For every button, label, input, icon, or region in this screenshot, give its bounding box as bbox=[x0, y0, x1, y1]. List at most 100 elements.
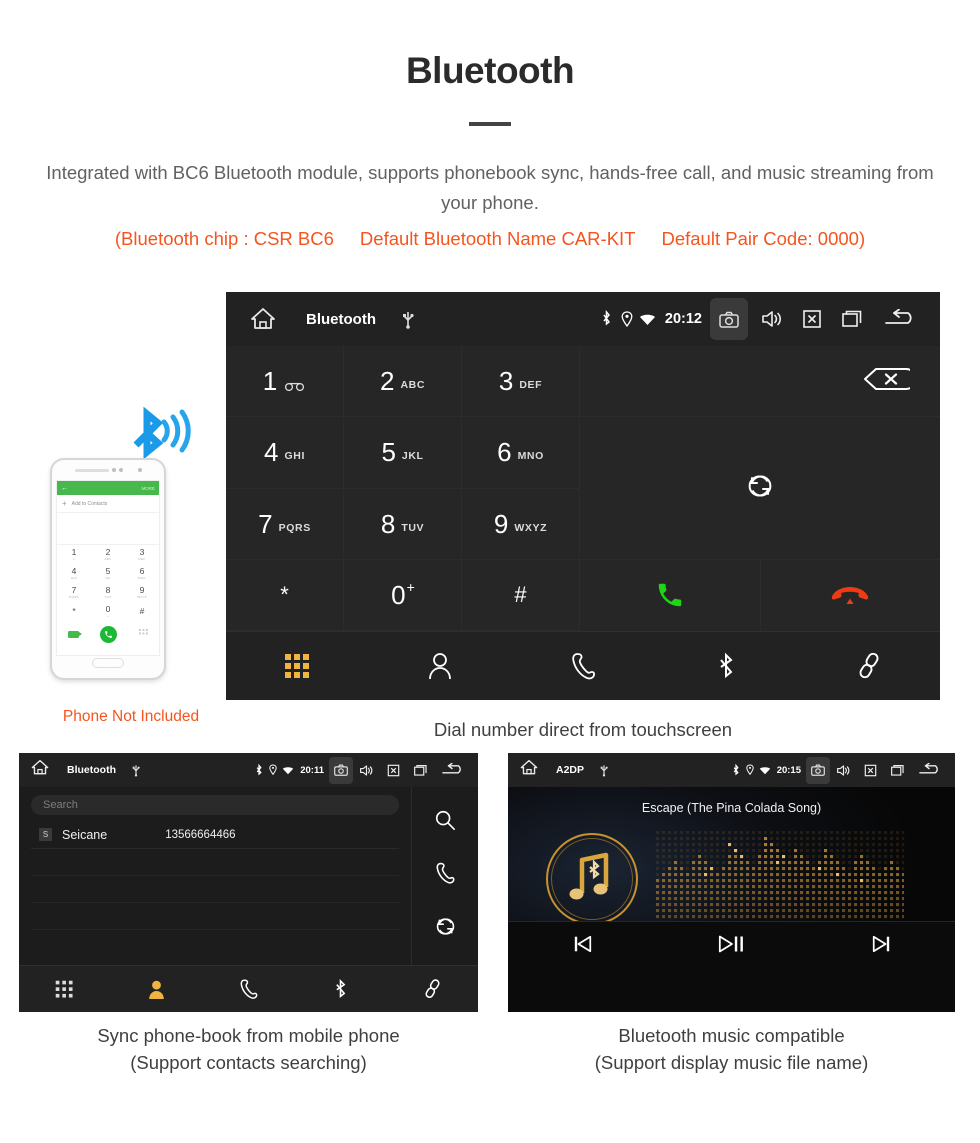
nav-pair-link[interactable] bbox=[386, 978, 478, 1000]
location-icon bbox=[743, 764, 757, 776]
camera-icon[interactable] bbox=[329, 756, 353, 784]
phone-add-to-contacts: + Add to Contacts bbox=[57, 495, 159, 513]
phone-key: 0 + bbox=[91, 602, 125, 621]
status-time: 20:11 bbox=[300, 764, 324, 776]
dial-key-4[interactable]: 4 GHI bbox=[226, 417, 344, 489]
dialer-nav-bar bbox=[226, 631, 940, 700]
phone-key: 7 PQRS bbox=[57, 583, 91, 602]
music-player-body: Escape (The Pina Colada Song) bbox=[508, 787, 955, 965]
nav-contacts[interactable] bbox=[111, 979, 203, 1000]
search-input[interactable]: Search bbox=[31, 795, 399, 815]
nav-bluetooth[interactable] bbox=[294, 978, 386, 1000]
dial-key-2[interactable]: 2 ABC bbox=[344, 346, 462, 418]
back-icon[interactable] bbox=[872, 298, 926, 340]
key-letters: TUV bbox=[401, 521, 425, 534]
title-divider bbox=[469, 122, 511, 126]
phone-key-digit: 7 bbox=[71, 585, 77, 596]
call-icon[interactable] bbox=[434, 861, 456, 890]
dial-key-7[interactable]: 7 PQRS bbox=[226, 488, 344, 560]
dial-key-6[interactable]: 6 MNO bbox=[462, 417, 580, 489]
location-icon bbox=[266, 764, 280, 776]
phone-key-digit: 9 bbox=[139, 585, 145, 596]
call-button[interactable] bbox=[580, 559, 761, 631]
hangup-button[interactable] bbox=[760, 559, 940, 631]
backspace-icon[interactable] bbox=[862, 366, 917, 397]
back-icon[interactable] bbox=[911, 763, 947, 777]
recents-icon[interactable] bbox=[832, 298, 872, 340]
key-letters: ABC bbox=[400, 379, 426, 392]
phonebook-body: Search S Seicane 13566664466 bbox=[19, 787, 478, 965]
phonebook-title: Bluetooth bbox=[67, 764, 116, 776]
close-icon[interactable] bbox=[792, 298, 832, 340]
sync-area[interactable] bbox=[580, 417, 940, 560]
dial-key-0[interactable]: 0 + bbox=[344, 559, 462, 631]
dial-key-3[interactable]: 3 DEF bbox=[462, 346, 580, 418]
nav-contacts[interactable] bbox=[369, 652, 512, 680]
music-caption-line2: (Support display music file name) bbox=[594, 1052, 869, 1073]
recents-icon[interactable] bbox=[407, 764, 434, 777]
sync-icon[interactable] bbox=[434, 915, 457, 943]
nav-keypad[interactable] bbox=[19, 980, 111, 999]
nav-bluetooth[interactable] bbox=[654, 651, 797, 681]
dial-key-hash[interactable]: # bbox=[462, 559, 580, 631]
nav-keypad[interactable] bbox=[226, 653, 369, 679]
status-icons: 20:11 bbox=[252, 756, 470, 784]
dial-key-star[interactable]: * bbox=[226, 559, 344, 631]
track-title: Escape (The Pina Colada Song) bbox=[641, 801, 822, 815]
volume-icon[interactable] bbox=[353, 764, 380, 777]
contact-list: Search S Seicane 13566664466 bbox=[19, 787, 412, 965]
status-icons: 20:15 bbox=[729, 756, 947, 784]
key-digit: 5 bbox=[381, 437, 396, 468]
home-icon[interactable] bbox=[246, 302, 280, 336]
dial-key-1[interactable]: 1 bbox=[226, 346, 344, 418]
phone-key-letters: + bbox=[106, 613, 110, 618]
volume-icon[interactable] bbox=[752, 298, 792, 340]
phone-action-row bbox=[57, 621, 159, 647]
phone-key-digit: 0 bbox=[105, 604, 111, 615]
home-icon[interactable] bbox=[520, 759, 538, 781]
usb-icon bbox=[132, 763, 140, 777]
phone-keypad: 1 ∞ 2 ABC 3 DEF 4 GHI 5 JKL 6 MNO 7 PQRS 8 TUV 9… bbox=[57, 545, 159, 621]
contact-number: 13566664466 bbox=[165, 828, 236, 841]
page-title: Bluetooth bbox=[405, 50, 575, 91]
nav-pair-link[interactable] bbox=[797, 651, 940, 681]
phone-key-digit: 5 bbox=[105, 566, 111, 577]
phone-key-digit: 8 bbox=[105, 585, 111, 596]
dial-key-5[interactable]: 5 JKL bbox=[344, 417, 462, 489]
recents-icon[interactable] bbox=[884, 764, 911, 777]
phone-key-letters: PQRS bbox=[69, 594, 79, 599]
dial-key-9[interactable]: 9 WXYZ bbox=[462, 488, 580, 560]
close-icon[interactable] bbox=[380, 764, 407, 777]
volume-icon[interactable] bbox=[830, 764, 857, 777]
phone-key: 6 MNO bbox=[125, 564, 159, 583]
dialer-right-column bbox=[580, 346, 940, 631]
phone-key-letters: WXYZ bbox=[137, 594, 147, 599]
sync-icon[interactable] bbox=[745, 471, 775, 506]
play-pause-button[interactable] bbox=[657, 933, 806, 955]
camera-icon[interactable] bbox=[806, 756, 830, 784]
nav-call-log[interactable] bbox=[203, 978, 295, 1000]
spec-line: (Bluetooth chip : CSR BC6 Default Bluetoo… bbox=[0, 224, 980, 254]
camera-icon[interactable] bbox=[710, 298, 748, 340]
phonebook-caption-line1: Sync phone-book from mobile phone bbox=[97, 1025, 400, 1046]
key-letters: PQRS bbox=[278, 521, 311, 534]
contact-row[interactable]: S Seicane 13566664466 bbox=[31, 821, 399, 849]
location-icon bbox=[617, 310, 637, 328]
dialer-status-bar: Bluetooth 20:12 bbox=[226, 292, 940, 346]
contact-name: Seicane bbox=[62, 827, 108, 842]
nav-call-log[interactable] bbox=[512, 651, 655, 681]
previous-button[interactable] bbox=[508, 934, 657, 954]
spec-pair-code: Default Pair Code: 0000) bbox=[661, 228, 866, 249]
phone-earpiece bbox=[52, 460, 164, 480]
next-button[interactable] bbox=[806, 934, 955, 954]
dial-key-8[interactable]: 8 TUV bbox=[344, 488, 462, 560]
close-icon[interactable] bbox=[857, 764, 884, 777]
search-icon[interactable] bbox=[434, 809, 456, 836]
key-digit: 8 bbox=[380, 508, 396, 539]
phone-key-digit: 2 bbox=[105, 547, 111, 558]
phone-key: 3 DEF bbox=[125, 545, 159, 564]
phone-key-letters: DEF bbox=[138, 556, 146, 561]
back-icon[interactable] bbox=[434, 763, 470, 777]
phone-number-display bbox=[57, 513, 159, 545]
home-icon[interactable] bbox=[31, 759, 49, 781]
